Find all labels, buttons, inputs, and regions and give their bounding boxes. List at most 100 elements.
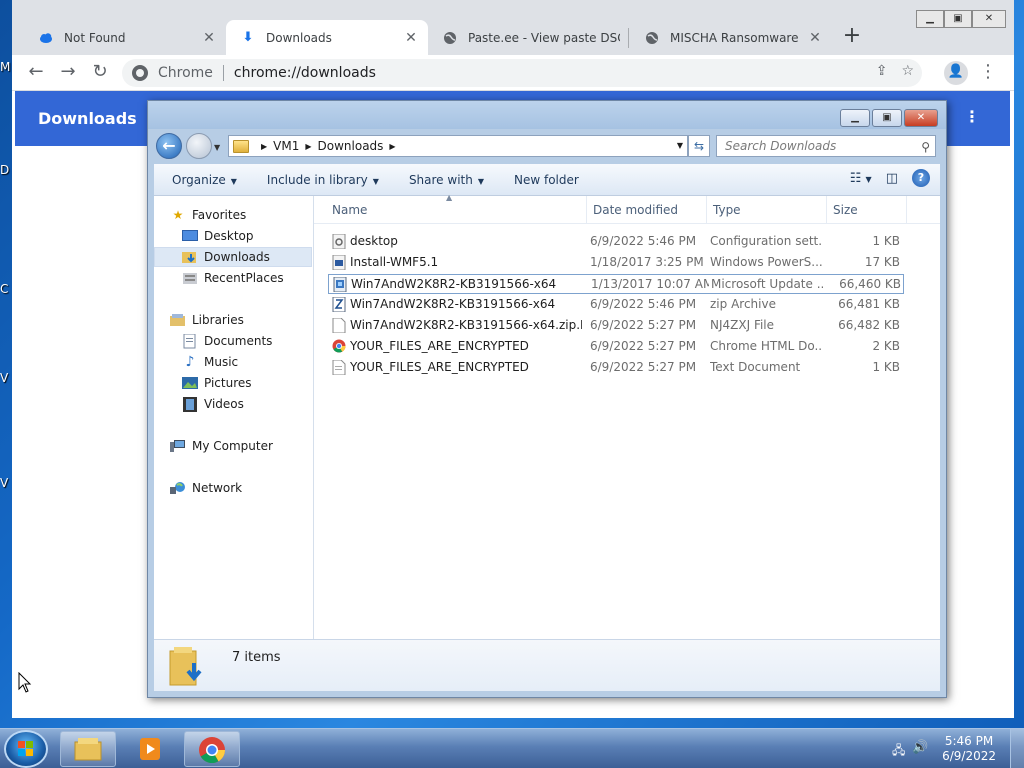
file-row[interactable]: Win7AndW2K8R2-KB3191566-x64 6/9/2022 5:46… [328, 295, 904, 315]
nav-network[interactable]: Network [154, 478, 312, 498]
share-icon[interactable]: ⇪ [876, 63, 888, 79]
column-divider[interactable] [826, 196, 827, 224]
nav-pictures[interactable]: Pictures [154, 373, 312, 393]
back-button[interactable]: ← [156, 133, 182, 159]
item-count: 7 items [232, 650, 281, 665]
column-divider[interactable] [906, 196, 907, 224]
close-tab-icon[interactable]: ✕ [404, 30, 418, 46]
nav-documents[interactable]: Documents [154, 331, 312, 351]
breadcrumb-downloads[interactable]: Downloads [318, 139, 384, 153]
file-row[interactable]: Install-WMF5.1 1/18/2017 3:25 PM Windows P… [328, 253, 904, 273]
documents-icon [182, 333, 198, 349]
media-player-icon [136, 736, 164, 762]
help-icon[interactable]: ? [912, 169, 930, 187]
globe-icon [644, 30, 660, 46]
desktop-icon-label[interactable]: V [0, 371, 8, 385]
address-bar[interactable]: ▶ VM1 ▶ Downloads ▶ ▼ [228, 135, 688, 157]
desktop-icon-label[interactable]: C [0, 282, 8, 296]
volume-icon[interactable]: 🔊 [912, 740, 928, 755]
recent-pages-dropdown[interactable]: ▼ [214, 143, 220, 152]
close-tab-icon[interactable]: ✕ [202, 30, 216, 46]
file-row[interactable]: YOUR_FILES_ARE_ENCRYPTED 6/9/2022 5:27 PM… [328, 337, 904, 357]
tab-title: Downloads [266, 30, 332, 45]
breadcrumb-arrow-icon[interactable]: ▶ [305, 142, 311, 151]
refresh-button[interactable]: ⇆ [688, 135, 710, 157]
omnibox[interactable]: Chrome chrome://downloads ⇪ ☆ [122, 59, 922, 87]
libraries-icon [170, 313, 186, 328]
nav-libraries-label: Libraries [192, 313, 244, 327]
explorer-close-button[interactable]: ✕ [904, 109, 938, 127]
navigation-pane: ★ Favorites Desktop Downloads RecentPlace… [154, 196, 314, 639]
nav-favorites[interactable]: ★ Favorites [170, 205, 328, 225]
file-row[interactable]: Win7AndW2K8R2-KB3191566-x64.zip.Nj4... 6/… [328, 316, 904, 336]
tab-title: Not Found [64, 30, 126, 45]
taskbar-media-player-button[interactable] [122, 731, 178, 767]
column-size[interactable]: Size [833, 203, 858, 217]
maximize-button[interactable]: ▣ [944, 10, 972, 28]
nav-downloads[interactable]: Downloads [154, 247, 312, 267]
show-desktop-button[interactable] [1010, 729, 1024, 768]
taskbar-explorer-button[interactable] [60, 731, 116, 767]
explorer-minimize-button[interactable]: ▁ [840, 109, 870, 127]
explorer-maximize-button[interactable]: ▣ [872, 109, 902, 127]
new-tab-button[interactable]: + [838, 24, 866, 50]
file-date-modified: 6/9/2022 5:46 PM [590, 234, 697, 248]
start-button[interactable] [4, 730, 48, 768]
organize-button[interactable]: Organize ▼ [172, 173, 237, 187]
tab-not-found[interactable]: Not Found ✕ [24, 20, 226, 55]
reload-icon[interactable]: ↻ [88, 61, 112, 85]
desktop-icon-label[interactable]: V [0, 476, 8, 490]
nav-videos[interactable]: Videos [154, 394, 312, 414]
menu-kebab-icon[interactable]: ⋮ [976, 61, 1000, 85]
network-tray-icon[interactable]: 🖧 [892, 741, 905, 762]
close-tab-icon[interactable]: ✕ [808, 30, 822, 46]
column-name[interactable]: Name [332, 203, 367, 217]
tab-strip: Not Found ✕ ⬇ Downloads ✕ Paste.ee - Vie… [12, 0, 1014, 55]
share-with-button[interactable]: Share with ▼ [409, 173, 484, 187]
breadcrumb-arrow-icon[interactable]: ▶ [389, 142, 395, 151]
file-row[interactable]: desktop 6/9/2022 5:46 PM Configuration set… [328, 232, 904, 252]
tab-mischa[interactable]: MISCHA Ransomware ✕ [630, 20, 832, 55]
tab-pasteee[interactable]: Paste.ee - View paste DSC [428, 20, 630, 55]
forward-button[interactable] [186, 133, 212, 159]
column-type[interactable]: Type [713, 203, 741, 217]
omnibox-url[interactable]: chrome://downloads [234, 65, 376, 81]
file-date-modified: 6/9/2022 5:27 PM [590, 360, 697, 374]
nav-my-computer[interactable]: My Computer [154, 436, 312, 456]
nav-libraries[interactable]: Libraries [154, 310, 312, 330]
profile-avatar-icon[interactable]: 👤 [944, 61, 968, 85]
minimize-button[interactable]: ▁ [916, 10, 944, 28]
address-dropdown-icon[interactable]: ▼ [677, 141, 683, 150]
file-row[interactable]: Win7AndW2K8R2-KB3191566-x64 1/13/2017 10:… [328, 274, 904, 294]
desktop-icon-label[interactable]: D [0, 163, 9, 177]
new-folder-button[interactable]: New folder [514, 173, 579, 187]
tab-downloads[interactable]: ⬇ Downloads ✕ [226, 20, 428, 55]
desktop-icon-label[interactable]: M [0, 60, 10, 74]
back-icon[interactable]: ← [24, 61, 48, 85]
nav-music[interactable]: ♪ Music [154, 352, 312, 372]
file-row[interactable]: YOUR_FILES_ARE_ENCRYPTED 6/9/2022 5:27 PM… [328, 358, 904, 378]
update-file-icon [333, 276, 347, 293]
clock[interactable]: 5:46 PM 6/9/2022 [942, 734, 996, 764]
column-date-modified[interactable]: Date modified [593, 203, 678, 217]
more-actions-icon[interactable]: ⋮ [964, 107, 980, 126]
file-type: Microsoft Update ... [711, 277, 823, 291]
breadcrumb-arrow-icon[interactable]: ▶ [261, 142, 267, 151]
column-divider[interactable] [586, 196, 587, 224]
file-name: Win7AndW2K8R2-KB3191566-x64.zip.Nj4... [350, 318, 582, 332]
nav-recentplaces[interactable]: RecentPlaces [154, 268, 312, 288]
bookmark-star-icon[interactable]: ☆ [901, 63, 914, 79]
powershell-file-icon [332, 254, 346, 271]
search-input[interactable]: Search Downloads ⚲ [716, 135, 936, 157]
nav-desktop[interactable]: Desktop [154, 226, 312, 246]
breadcrumb-vm1[interactable]: VM1 [273, 139, 299, 153]
file-type: Text Document [710, 360, 801, 374]
taskbar-chrome-button[interactable] [184, 731, 240, 767]
column-divider[interactable] [706, 196, 707, 224]
preview-pane-icon[interactable]: ◫ [886, 171, 898, 186]
forward-icon[interactable]: → [56, 61, 80, 85]
include-in-library-button[interactable]: Include in library ▼ [267, 173, 379, 187]
file-explorer-icon [74, 736, 102, 762]
close-window-button[interactable]: ✕ [972, 10, 1006, 28]
view-options-icon[interactable]: ☷ ▼ [850, 171, 872, 186]
